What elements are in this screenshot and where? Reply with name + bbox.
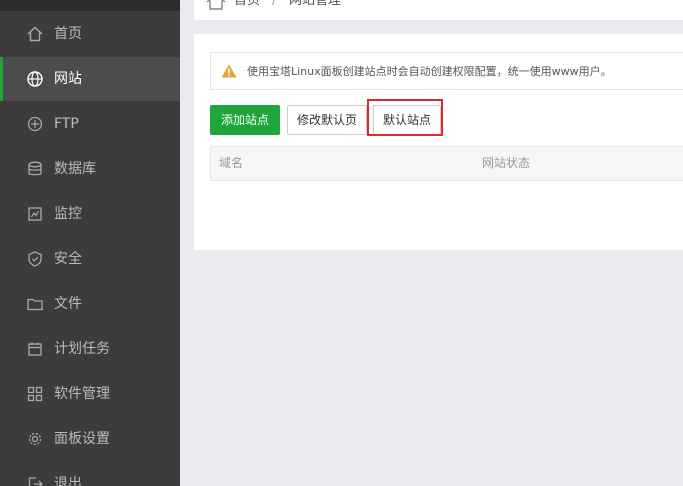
sidebar-top-strip (0, 0, 180, 11)
sidebar-item-security[interactable]: 安全 (0, 237, 180, 281)
sidebar-item-label: 退出 (54, 476, 82, 486)
sidebar-item-label: 计划任务 (54, 341, 110, 357)
column-header-status[interactable]: 网站状态 (482, 147, 530, 180)
breadcrumb-separator: / (272, 0, 277, 8)
sidebar-item-label: 数据库 (54, 161, 96, 177)
calendar-icon (26, 340, 44, 358)
ftp-icon (26, 115, 44, 133)
apps-grid-icon (26, 385, 44, 403)
sidebar-item-label: 文件 (54, 296, 82, 312)
sidebar-item-label: 首页 (54, 26, 82, 42)
sidebar-item-label: 软件管理 (54, 386, 110, 402)
sidebar-item-software[interactable]: 软件管理 (0, 372, 180, 416)
logout-icon (26, 475, 44, 486)
globe-icon (26, 70, 44, 88)
edit-default-page-button[interactable]: 修改默认页 (287, 105, 367, 135)
add-site-button[interactable]: 添加站点 (210, 105, 280, 135)
sidebar-item-files[interactable]: 文件 (0, 282, 180, 326)
shield-icon (26, 250, 44, 268)
breadcrumb-home-icon[interactable] (206, 0, 226, 10)
breadcrumb-current: 网站管理 (289, 0, 342, 8)
sidebar-item-label: 面板设置 (54, 431, 110, 447)
gear-icon (26, 430, 44, 448)
breadcrumb: 首页 / 网站管理 (194, 0, 683, 20)
sidebar-item-label: 监控 (54, 206, 82, 222)
highlight-box (367, 99, 443, 136)
sidebar-item-database[interactable]: 数据库 (0, 147, 180, 191)
column-header-domain[interactable]: 域名 (219, 147, 243, 180)
sidebar-item-ftp[interactable]: FTP (0, 102, 180, 146)
site-management-panel: 使用宝塔Linux面板创建站点时会自动创建权限配置，统一使用www用户。 添加站… (194, 34, 683, 250)
site-table-header: 域名 网站状态 (210, 146, 683, 181)
home-icon (26, 25, 44, 43)
sidebar-item-label: 网站 (54, 71, 82, 87)
sidebar-item-logout[interactable]: 退出 (0, 462, 180, 486)
database-icon (26, 160, 44, 178)
breadcrumb-home-link[interactable]: 首页 (234, 0, 260, 9)
sidebar-item-label: 安全 (54, 251, 82, 267)
warning-icon (221, 64, 237, 78)
sidebar-item-label: FTP (54, 116, 79, 132)
sidebar: 首页 网站 FTP 数据库 监控 安全 文件 计划任务 软件管理 面板设置 退出 (0, 0, 180, 486)
folder-icon (26, 295, 44, 313)
sidebar-item-settings[interactable]: 面板设置 (0, 417, 180, 461)
sidebar-item-cron[interactable]: 计划任务 (0, 327, 180, 371)
notice-text: 使用宝塔Linux面板创建站点时会自动创建权限配置，统一使用www用户。 (247, 65, 612, 78)
sidebar-item-monitor[interactable]: 监控 (0, 192, 180, 236)
permission-notice: 使用宝塔Linux面板创建站点时会自动创建权限配置，统一使用www用户。 (210, 52, 683, 90)
sidebar-item-website[interactable]: 网站 (0, 57, 180, 101)
monitor-icon (26, 205, 44, 223)
sidebar-item-home[interactable]: 首页 (0, 12, 180, 56)
